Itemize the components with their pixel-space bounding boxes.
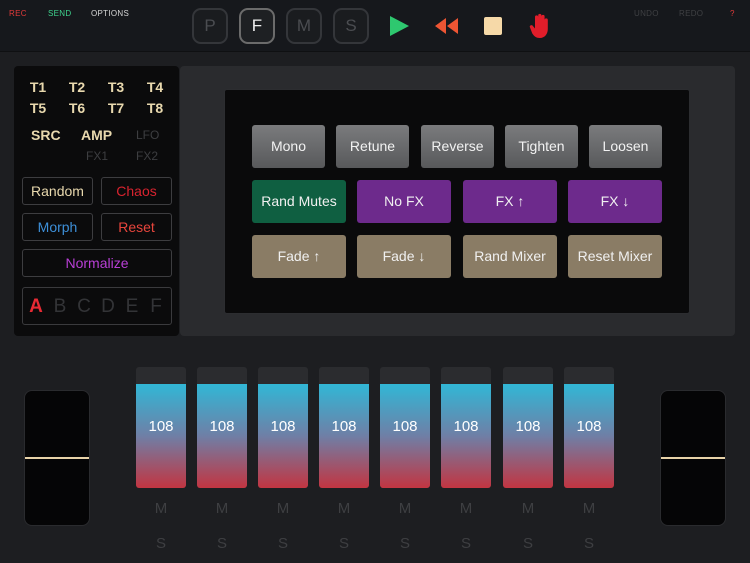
mode-f-button[interactable]: F xyxy=(239,8,275,44)
mute-button-3[interactable]: M xyxy=(258,500,308,517)
fx-reverse-button[interactable]: Reverse xyxy=(421,125,494,168)
mute-button-6[interactable]: M xyxy=(441,500,491,517)
right-side-fader-handle[interactable] xyxy=(661,457,725,459)
send-button[interactable]: SEND xyxy=(48,9,71,18)
slot-d[interactable]: D xyxy=(96,296,120,318)
slot-c[interactable]: C xyxy=(72,296,96,318)
fx-up-button[interactable]: FX ↑ xyxy=(463,180,557,223)
no-fx-button[interactable]: No FX xyxy=(357,180,451,223)
channel-fader-value: 108 xyxy=(270,418,296,435)
channel-fader-value: 108 xyxy=(148,418,174,435)
play-icon[interactable] xyxy=(388,15,410,37)
solo-button-6[interactable]: S xyxy=(441,535,491,552)
mute-button-7[interactable]: M xyxy=(503,500,553,517)
mode-m-button[interactable]: M xyxy=(286,8,322,44)
solo-button-5[interactable]: S xyxy=(380,535,430,552)
morph-button[interactable]: Morph xyxy=(22,213,93,241)
right-side-fader[interactable] xyxy=(660,390,726,526)
track-t3[interactable]: T3 xyxy=(102,79,130,95)
source-lfo[interactable]: LFO xyxy=(136,128,159,142)
help-button[interactable]: ? xyxy=(730,9,735,18)
solo-button-4[interactable]: S xyxy=(319,535,369,552)
channel-fader-value: 108 xyxy=(453,418,479,435)
fx-down-button[interactable]: FX ↓ xyxy=(568,180,662,223)
channel-fader-5[interactable]: 108 xyxy=(380,367,430,488)
track-t7[interactable]: T7 xyxy=(102,100,130,116)
undo-button[interactable]: UNDO xyxy=(634,9,659,18)
hand-stop-icon[interactable] xyxy=(529,13,551,39)
rand-mixer-button[interactable]: Rand Mixer xyxy=(463,235,557,278)
source-src[interactable]: SRC xyxy=(31,127,61,143)
slot-e[interactable]: E xyxy=(120,296,144,318)
mute-button-2[interactable]: M xyxy=(197,500,247,517)
slot-selector: A B C D E F xyxy=(22,287,172,325)
solo-button-1[interactable]: S xyxy=(136,535,186,552)
track-t5[interactable]: T5 xyxy=(24,100,52,116)
channel-fader-7[interactable]: 108 xyxy=(503,367,553,488)
channel-fader-fill xyxy=(564,383,614,488)
normalize-button[interactable]: Normalize xyxy=(22,249,172,277)
track-t4[interactable]: T4 xyxy=(141,79,169,95)
channel-fader-fill xyxy=(441,383,491,488)
left-side-fader[interactable] xyxy=(24,390,90,526)
slot-a[interactable]: A xyxy=(24,296,48,318)
solo-button-7[interactable]: S xyxy=(503,535,553,552)
solo-button-8[interactable]: S xyxy=(564,535,614,552)
fx-mono-button[interactable]: Mono xyxy=(252,125,325,168)
channel-fader-value: 108 xyxy=(576,418,602,435)
channel-fader-1[interactable]: 108 xyxy=(136,367,186,488)
stop-icon[interactable] xyxy=(483,16,503,36)
track-t1[interactable]: T1 xyxy=(24,79,52,95)
solo-button-3[interactable]: S xyxy=(258,535,308,552)
channel-fader-fill xyxy=(197,383,247,488)
channel-fader-value: 108 xyxy=(515,418,541,435)
channel-fader-fill xyxy=(319,383,369,488)
reset-button[interactable]: Reset xyxy=(101,213,172,241)
channel-fader-fill xyxy=(503,383,553,488)
mute-button-4[interactable]: M xyxy=(319,500,369,517)
source-amp[interactable]: AMP xyxy=(81,127,112,143)
channel-fader-fill xyxy=(136,383,186,488)
mode-p-button[interactable]: P xyxy=(192,8,228,44)
channel-fader-fill xyxy=(258,383,308,488)
source-fx1[interactable]: FX1 xyxy=(86,149,108,163)
rand-mutes-button[interactable]: Rand Mutes xyxy=(252,180,346,223)
rewind-icon[interactable] xyxy=(434,17,460,35)
fx-loosen-button[interactable]: Loosen xyxy=(589,125,662,168)
options-button[interactable]: OPTIONS xyxy=(91,9,129,18)
mode-s-button[interactable]: S xyxy=(333,8,369,44)
rec-button[interactable]: REC xyxy=(9,9,27,18)
source-fx2[interactable]: FX2 xyxy=(136,149,158,163)
fx-retune-button[interactable]: Retune xyxy=(336,125,409,168)
chaos-button[interactable]: Chaos xyxy=(101,177,172,205)
fx-tighten-button[interactable]: Tighten xyxy=(505,125,578,168)
channel-fader-4[interactable]: 108 xyxy=(319,367,369,488)
top-bar: REC SEND OPTIONS P F M S UNDO REDO ? xyxy=(0,0,750,52)
fade-down-button[interactable]: Fade ↓ xyxy=(357,235,451,278)
channel-fader-value: 108 xyxy=(392,418,418,435)
slot-b[interactable]: B xyxy=(48,296,72,318)
mute-button-8[interactable]: M xyxy=(564,500,614,517)
track-t8[interactable]: T8 xyxy=(141,100,169,116)
left-side-fader-handle[interactable] xyxy=(25,457,89,459)
track-t6[interactable]: T6 xyxy=(63,100,91,116)
channel-fader-fill xyxy=(380,383,430,488)
channel-fader-2[interactable]: 108 xyxy=(197,367,247,488)
channel-fader-6[interactable]: 108 xyxy=(441,367,491,488)
fade-up-button[interactable]: Fade ↑ xyxy=(252,235,346,278)
solo-button-2[interactable]: S xyxy=(197,535,247,552)
mute-button-1[interactable]: M xyxy=(136,500,186,517)
slot-f[interactable]: F xyxy=(144,296,168,318)
channel-fader-value: 108 xyxy=(209,418,235,435)
random-button[interactable]: Random xyxy=(22,177,93,205)
channel-fader-3[interactable]: 108 xyxy=(258,367,308,488)
channel-fader-8[interactable]: 108 xyxy=(564,367,614,488)
reset-mixer-button[interactable]: Reset Mixer xyxy=(568,235,662,278)
mute-button-5[interactable]: M xyxy=(380,500,430,517)
redo-button[interactable]: REDO xyxy=(679,9,703,18)
track-t2[interactable]: T2 xyxy=(63,79,91,95)
channel-fader-value: 108 xyxy=(331,418,357,435)
